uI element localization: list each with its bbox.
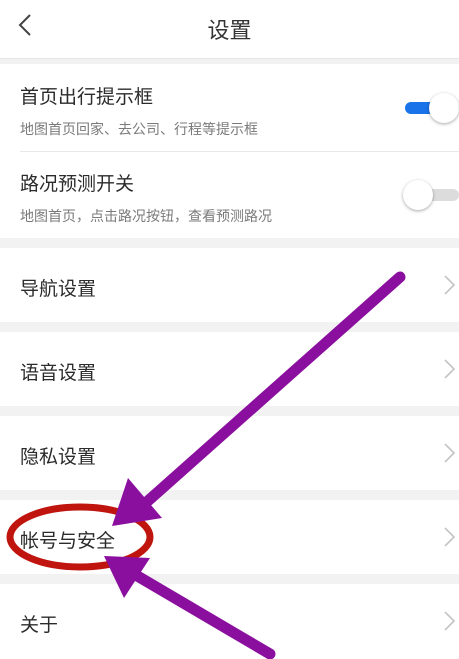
- menu-item-about[interactable]: 关于: [0, 584, 459, 659]
- page-title: 设置: [207, 19, 252, 44]
- menu-item-privacy[interactable]: 隐私设置: [0, 416, 459, 490]
- chevron-right-icon: [444, 359, 456, 379]
- menu-item-label: 帐号与安全: [20, 530, 116, 552]
- chevron-right-icon: [444, 527, 456, 547]
- setting-subtitle: 地图首页回家、去公司、行程等提示框: [20, 122, 258, 138]
- menu-item-label: 关于: [20, 614, 59, 636]
- traffic-forecast-toggle[interactable]: [403, 180, 459, 210]
- settings-screen: 设置 首页出行提示框 地图首页回家、去公司、行程等提示框 路况预测开关 地图首页…: [0, 0, 459, 659]
- chevron-right-icon: [444, 275, 456, 295]
- toggle-knob: [403, 180, 433, 210]
- menu-item-account-security[interactable]: 帐号与安全: [0, 500, 459, 574]
- menu-item-label: 导航设置: [20, 278, 97, 300]
- toggle-section: 首页出行提示框 地图首页回家、去公司、行程等提示框 路况预测开关 地图首页，点击…: [0, 64, 459, 238]
- home-tips-toggle[interactable]: [403, 93, 459, 123]
- setting-subtitle: 地图首页，点击路况按钮，查看预测路况: [20, 209, 272, 225]
- menu-item-label: 隐私设置: [20, 446, 97, 468]
- top-bar: 设置: [0, 0, 459, 59]
- toggle-knob: [429, 93, 459, 123]
- setting-title: 路况预测开关: [20, 173, 135, 195]
- chevron-right-icon: [444, 611, 456, 631]
- menu-item-voice[interactable]: 语音设置: [0, 332, 459, 406]
- menu-item-navigation[interactable]: 导航设置: [0, 248, 459, 322]
- menu-item-label: 语音设置: [20, 362, 97, 384]
- chevron-right-icon: [444, 443, 456, 463]
- setting-title: 首页出行提示框: [20, 86, 154, 108]
- row-divider: [20, 151, 459, 152]
